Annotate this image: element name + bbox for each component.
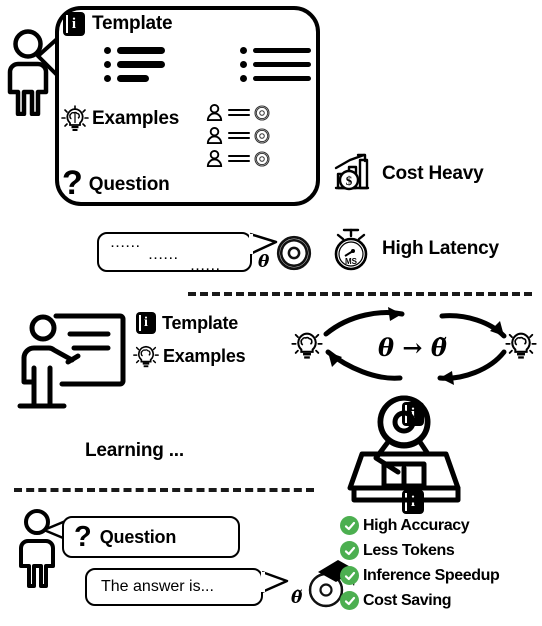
benefit-label: Less Tokens: [363, 541, 455, 559]
bullet-item: [104, 47, 165, 54]
figure-canvas: i Template Examples ? Question $ Cost He…: [0, 0, 542, 626]
benefits-list: High Accuracy Less Tokens Inference Spee…: [340, 516, 500, 616]
answer-dots-row: ......: [191, 261, 222, 273]
openai-logo-icon: [276, 235, 312, 271]
middle-template-label: Template: [162, 312, 239, 333]
bullet-item: [104, 61, 165, 68]
section-divider-bottom: [14, 488, 314, 492]
benefit-label: High Accuracy: [363, 516, 470, 534]
example-pair-row: [205, 149, 270, 168]
check-circle-icon: [340, 591, 359, 610]
theta-transform-text: θ → θ̃: [378, 333, 447, 362]
check-circle-icon: [340, 541, 359, 560]
template-bullets-right: [240, 47, 311, 89]
user-avatar-icon: [206, 149, 223, 168]
answer-bubble-tail: [261, 570, 289, 594]
question-header: ? Question: [62, 164, 170, 202]
lightbulb-brain-icon: [505, 332, 537, 359]
high-latency-label: High Latency: [382, 238, 499, 259]
question-mark-icon: ?: [62, 164, 83, 202]
check-circle-icon: [340, 516, 359, 535]
template-header: i Template: [63, 12, 173, 36]
answer-text: The answer is...: [101, 578, 214, 595]
cost-heavy-label: Cost Heavy: [382, 163, 484, 184]
answer-dots-row: ......: [111, 238, 142, 250]
example-pair-row: [205, 103, 270, 122]
lightbulb-brain-icon: [291, 332, 323, 359]
learning-cycle: i i θ → θ̃: [290, 300, 540, 514]
openai-logo-icon: [254, 150, 270, 167]
bottom-question-label: Question: [99, 526, 177, 547]
benefit-item: High Accuracy: [340, 516, 499, 535]
answer-bubble: ...... ...... ......: [97, 232, 252, 273]
middle-template-header: i Template: [136, 312, 238, 334]
example-pair-row: [205, 126, 270, 145]
svg-text:MS: MS: [345, 257, 358, 266]
drawback-cost-heavy: $ Cost Heavy: [330, 152, 484, 196]
info-book-icon: i: [136, 312, 156, 334]
middle-examples-header: Examples: [132, 342, 246, 370]
template-label: Template: [92, 13, 173, 34]
svg-text:$: $: [346, 173, 353, 188]
benefit-item: Cost Saving: [340, 591, 499, 610]
bullet-item: [240, 61, 311, 68]
lightbulb-brain-icon: [133, 345, 159, 368]
learning-label: Learning ...: [85, 440, 184, 461]
example-pairs-list: [205, 103, 270, 172]
answer-dots-row: ......: [149, 250, 180, 262]
openai-logo-icon: [254, 127, 270, 144]
model-param-theta-tilde: θ̃: [291, 588, 303, 608]
question-label: Question: [88, 174, 170, 196]
examples-label: Examples: [92, 108, 180, 129]
question-mark-icon: ?: [74, 520, 92, 553]
question-bubble: ? Question: [62, 516, 240, 558]
openai-studying-book-icon: [347, 395, 461, 503]
section-divider-top: [188, 292, 532, 296]
openai-logo-icon: [254, 104, 270, 121]
benefit-label: Inference Speedup: [363, 566, 500, 584]
example-text-lines: [228, 109, 250, 116]
drawback-high-latency: MS High Latency: [328, 225, 499, 273]
examples-header: Examples: [60, 104, 179, 134]
user-avatar-icon: [206, 103, 223, 122]
middle-examples-label: Examples: [163, 345, 246, 366]
teacher-whiteboard-icon: [17, 313, 126, 409]
model-param-theta: θ: [258, 252, 270, 272]
template-bullets-left: [104, 47, 165, 89]
cost-chart-dollar-icon: $: [334, 153, 370, 191]
example-text-lines: [228, 132, 250, 139]
model-answer-bubble: The answer is...: [85, 568, 263, 606]
benefit-item: Inference Speedup: [340, 566, 500, 585]
lightbulb-brain-icon: [61, 105, 89, 131]
bullet-item: [240, 47, 311, 54]
benefit-label: Cost Saving: [363, 591, 452, 609]
check-circle-icon: [340, 566, 359, 585]
bullet-item: [104, 75, 165, 82]
benefit-item: Less Tokens: [340, 541, 499, 560]
bullet-item: [240, 75, 311, 82]
user-avatar-icon: [206, 126, 223, 145]
example-text-lines: [228, 155, 250, 162]
info-book-icon: i: [63, 12, 85, 36]
stopwatch-ms-icon: MS: [334, 228, 368, 271]
